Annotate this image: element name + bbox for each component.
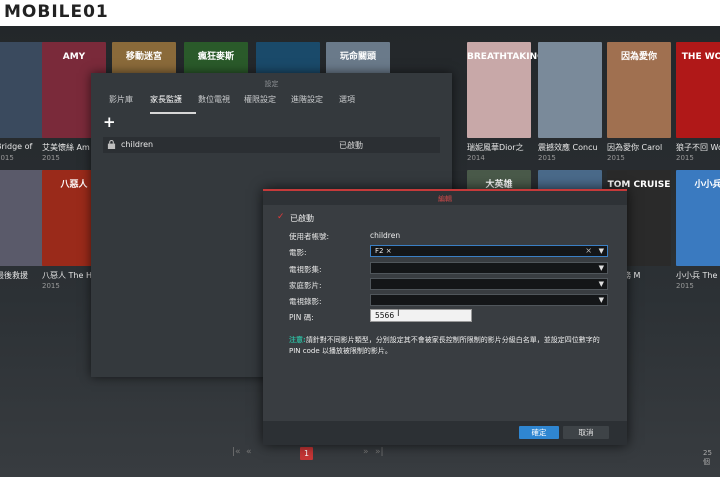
poster-year: 2015 xyxy=(676,154,694,162)
poster-art-text: 玩命關頭 xyxy=(339,52,376,62)
prev-page-button[interactable]: « xyxy=(246,447,252,457)
settings-title: 設定 xyxy=(264,80,279,88)
tv-recordings-rating-select[interactable]: ▼ xyxy=(370,294,608,306)
poster-title: 因為愛你 Carol xyxy=(607,143,663,152)
page-1-button[interactable]: 1 xyxy=(300,447,313,460)
poster-title: 狼子不回 Wolf xyxy=(676,143,720,152)
edit-dialog-footer: 確定 取消 xyxy=(263,421,627,445)
edit-dialog-header: 編輯 xyxy=(263,189,627,205)
movie-rating-chip[interactable]: F2 × xyxy=(375,247,392,256)
tab-parental-control[interactable]: 家長監護 xyxy=(150,94,182,105)
edit-dialog-title: 編輯 xyxy=(438,195,452,203)
chevron-down-icon[interactable]: ▼ xyxy=(599,264,604,272)
poster-art-text: 瘋狂麥斯 xyxy=(197,52,234,62)
poster-art-text: 因為愛你 xyxy=(620,52,657,62)
poster-title: 小小兵 The M xyxy=(676,271,720,280)
last-page-button[interactable]: »| xyxy=(375,447,384,457)
poster-year: 2015 xyxy=(607,154,625,162)
first-page-button[interactable]: |« xyxy=(232,447,241,457)
home-videos-rating-select[interactable]: ▼ xyxy=(370,278,608,290)
poster-15[interactable]: 小小兵 xyxy=(676,170,720,266)
user-row[interactable]: children 已啟動 xyxy=(103,137,440,153)
poster-year: 2015 xyxy=(42,282,60,290)
movies-rating-select[interactable]: F2 × × ▼ xyxy=(370,245,608,257)
active-tab-indicator xyxy=(150,112,196,114)
poster-year: 2015 xyxy=(676,282,694,290)
lock-icon xyxy=(107,140,116,149)
add-user-button[interactable]: + xyxy=(103,113,116,131)
edit-dialog: 編輯 ✓ 已啟動 使用者帳號: children 電影: F2 × × ▼ 電視… xyxy=(263,189,627,445)
poster-6[interactable]: BREATHTAKING xyxy=(467,42,545,138)
home-videos-label: 家庭影片: xyxy=(289,281,322,290)
movies-label: 電影: xyxy=(289,248,307,257)
chevron-down-icon[interactable]: ▼ xyxy=(599,280,604,288)
next-page-button[interactable]: » xyxy=(363,447,369,457)
text-cursor-icon: I xyxy=(397,309,400,319)
clear-icon[interactable]: × xyxy=(585,246,592,255)
user-name: children xyxy=(121,140,154,149)
poster-art-text: AMY xyxy=(62,52,86,62)
confirm-button[interactable]: 確定 xyxy=(519,426,559,439)
poster-7[interactable] xyxy=(538,42,602,138)
account-label: 使用者帳號: xyxy=(289,232,330,241)
poster-title: 震撼效應 Concu xyxy=(538,143,598,152)
tab-advanced[interactable]: 進階設定 xyxy=(291,94,323,105)
poster-art-text: 小小兵 xyxy=(694,180,720,190)
poster-year: 2015 xyxy=(42,154,60,162)
poster-title: 瑞妮風華Dior之 xyxy=(467,143,524,152)
watermark-bar: MOBILE01 xyxy=(0,0,720,26)
poster-art-text: THE WOLF xyxy=(681,52,720,62)
tv-series-rating-select[interactable]: ▼ xyxy=(370,262,608,274)
poster-year: 2015 xyxy=(0,154,14,162)
watermark-logo: MOBILE01 xyxy=(4,2,109,22)
tab-options[interactable]: 選項 xyxy=(339,94,355,105)
note-text: 注意:請針對不同影片類型，分別設定其不會被家長控制所限制的影片分級白名單，並設定… xyxy=(289,336,600,355)
enabled-checkbox[interactable]: ✓ xyxy=(277,213,285,222)
user-status: 已啟動 xyxy=(339,141,363,150)
item-count: 25 個 xyxy=(703,449,712,466)
cancel-button[interactable]: 取消 xyxy=(563,426,609,439)
chevron-down-icon[interactable]: ▼ xyxy=(599,247,604,255)
tab-digital-tv[interactable]: 數位電視 xyxy=(198,94,230,105)
tv-recordings-label: 電視錄影: xyxy=(289,297,322,306)
poster-year: 2015 xyxy=(538,154,556,162)
tab-library[interactable]: 影片庫 xyxy=(109,94,133,105)
tab-permissions[interactable]: 權限設定 xyxy=(244,94,276,105)
enabled-label: 已啟動 xyxy=(290,214,314,223)
tv-series-label: 電視影集: xyxy=(289,265,322,274)
poster-year: 2014 xyxy=(467,154,485,162)
poster-9[interactable]: THE WOLF xyxy=(676,42,720,138)
pin-label: PIN 碼: xyxy=(289,313,314,322)
poster-art-text: 移動迷宮 xyxy=(125,52,162,62)
account-value: children xyxy=(370,231,401,240)
chevron-down-icon[interactable]: ▼ xyxy=(599,296,604,304)
poster-8[interactable]: 因為愛你 xyxy=(607,42,671,138)
poster-art-text: BREATHTAKING xyxy=(467,52,545,62)
pin-input[interactable]: 5566 xyxy=(370,309,472,322)
